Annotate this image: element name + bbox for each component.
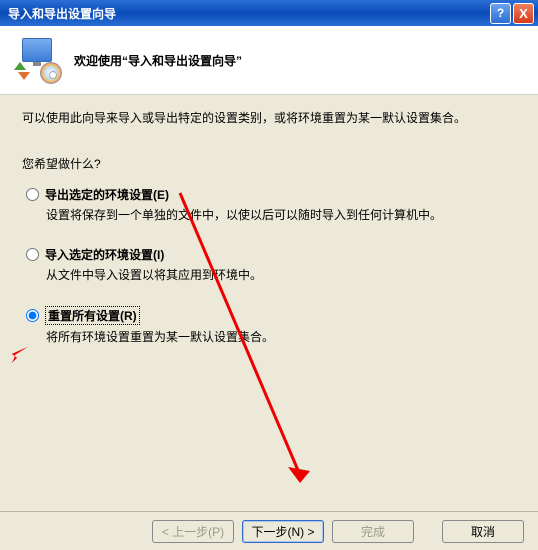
intro-text: 可以使用此向导来导入或导出特定的设置类别，或将环境重置为某一默认设置集合。 xyxy=(22,109,516,127)
annotation-arrow-icon xyxy=(8,343,30,365)
option-import-radio-row[interactable]: 导入选定的环境设置(I) xyxy=(26,246,516,263)
title-bar: 导入和导出设置向导 ? X xyxy=(0,0,538,26)
option-export-radio[interactable] xyxy=(26,188,39,201)
wizard-heading: 欢迎使用“导入和导出设置向导” xyxy=(74,52,242,69)
wizard-body: 可以使用此向导来导入或导出特定的设置类别，或将环境重置为某一默认设置集合。 您希… xyxy=(0,95,538,511)
next-button[interactable]: 下一步(N) > xyxy=(242,520,324,543)
help-button[interactable]: ? xyxy=(490,3,511,24)
option-import-label: 导入选定的环境设置(I) xyxy=(45,246,164,263)
option-reset-radio[interactable] xyxy=(26,309,39,322)
wizard-header: 欢迎使用“导入和导出设置向导” xyxy=(0,26,538,95)
option-reset-desc: 将所有环境设置重置为某一默认设置集合。 xyxy=(46,329,516,346)
option-reset-radio-row[interactable]: 重置所有设置(R) xyxy=(26,306,516,325)
option-import-radio[interactable] xyxy=(26,248,39,261)
back-button: < 上一步(P) xyxy=(152,520,234,543)
option-export: 导出选定的环境设置(E) 设置将保存到一个单独的文件中，以使以后可以随时导入到任… xyxy=(22,186,516,224)
finish-button: 完成 xyxy=(332,520,414,543)
help-icon: ? xyxy=(497,6,504,20)
option-import: 导入选定的环境设置(I) 从文件中导入设置以将其应用到环境中。 xyxy=(22,246,516,284)
option-export-label: 导出选定的环境设置(E) xyxy=(45,186,169,203)
cancel-button[interactable]: 取消 xyxy=(442,520,524,543)
option-reset-label: 重置所有设置(R) xyxy=(45,306,140,325)
option-import-desc: 从文件中导入设置以将其应用到环境中。 xyxy=(46,267,516,284)
option-export-radio-row[interactable]: 导出选定的环境设置(E) xyxy=(26,186,516,203)
wizard-icon xyxy=(16,38,60,82)
option-reset: 重置所有设置(R) 将所有环境设置重置为某一默认设置集合。 xyxy=(22,306,516,346)
prompt-text: 您希望做什么? xyxy=(22,155,516,172)
window-title: 导入和导出设置向导 xyxy=(4,5,488,22)
close-button[interactable]: X xyxy=(513,3,534,24)
close-icon: X xyxy=(519,6,528,21)
wizard-footer: < 上一步(P) 下一步(N) > 完成 取消 xyxy=(0,511,538,550)
option-export-desc: 设置将保存到一个单独的文件中，以使以后可以随时导入到任何计算机中。 xyxy=(46,207,516,224)
